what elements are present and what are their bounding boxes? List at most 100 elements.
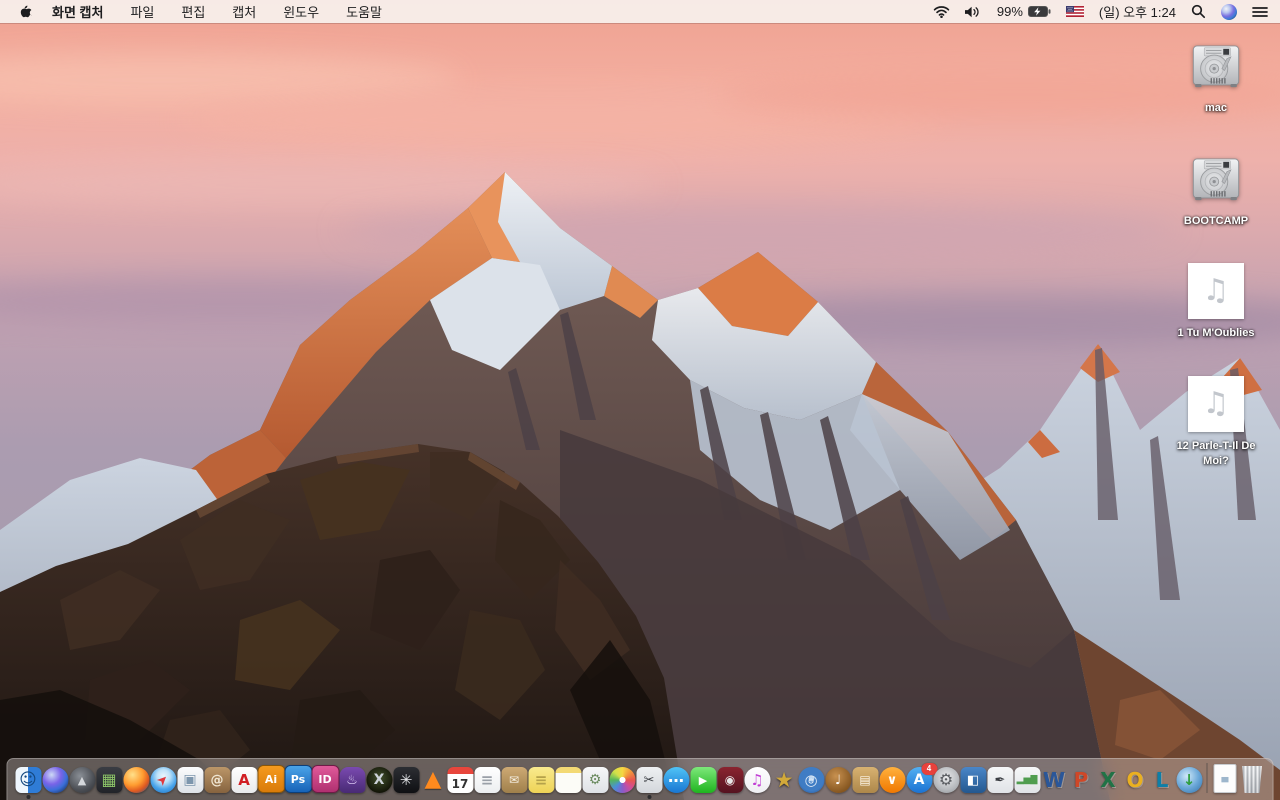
dock-item-keynote[interactable]: ◧ <box>960 767 987 800</box>
notes-icon <box>555 767 581 793</box>
document-file-glyph: ▄ <box>1221 773 1229 783</box>
menu-bar-clock[interactable]: (일) 오후 1:24 <box>1099 2 1176 21</box>
desktop-icon-label: BOOTCAMP <box>1183 215 1249 227</box>
safari-icon: ➤ <box>150 767 176 793</box>
battery-indicator[interactable]: 99% <box>997 4 1051 19</box>
dock-item-finder[interactable]: ☺ <box>15 767 42 800</box>
dock-item-system-preferences[interactable]: ⚙ <box>933 767 960 800</box>
dock-item-messages[interactable]: … <box>663 767 690 800</box>
word-glyph: W <box>1042 768 1066 792</box>
dock-item-lync[interactable]: L <box>1149 767 1176 800</box>
volume-menu-extra[interactable] <box>964 6 982 18</box>
dock-item-mission-control[interactable]: ▦ <box>96 767 123 800</box>
app-store-glyph: A <box>913 772 925 788</box>
dock-item-photoshop[interactable]: Ps <box>284 765 312 800</box>
keynote-icon: ◧ <box>960 767 986 793</box>
calendar-icon: 17 <box>447 767 473 793</box>
dock-item-photos[interactable] <box>609 767 636 800</box>
dock-item-toast[interactable]: ♨ <box>339 767 366 800</box>
dock-item-app-store[interactable]: A4 <box>906 763 937 800</box>
photo-booth-glyph: ◉ <box>724 773 736 787</box>
dock-item-illustrator[interactable]: Ai <box>257 765 285 800</box>
menu-bar-left: 화면 캡처 파일 편집 캡처 윈도우 도움말 <box>8 2 382 21</box>
excel-icon: X <box>1095 767 1121 793</box>
menu-help[interactable]: 도움말 <box>346 2 382 21</box>
spotlight-menu-extra[interactable] <box>1191 4 1206 19</box>
dock-item-facetime[interactable]: ▶ <box>690 767 717 800</box>
photoshop-icon: Ps <box>284 765 312 793</box>
toast-glyph: ♨ <box>346 772 358 788</box>
desktop-icon-label: 1 Tu M'Oublies <box>1177 327 1255 339</box>
audio-file-icon: ♫ <box>1188 376 1244 432</box>
stuffit-expander-glyph: ✉ <box>508 773 520 787</box>
numbers-glyph: ▂▅▇ <box>1016 774 1038 785</box>
dock-item-garageband[interactable]: ♩ <box>825 767 852 800</box>
notification-center-menu-extra[interactable] <box>1252 6 1268 18</box>
dock-item-x-app[interactable]: X <box>366 767 393 800</box>
dock-item-launchpad[interactable]: ▲ <box>69 767 96 800</box>
menu-window[interactable]: 윈도우 <box>283 2 319 21</box>
dock-item-pages[interactable]: ✒ <box>987 767 1014 800</box>
dock-item-itunes[interactable]: ♫ <box>744 767 771 800</box>
dock-item-safari[interactable]: ➤ <box>150 767 177 800</box>
dock-item-vlc[interactable]: ▲ <box>420 767 447 800</box>
desktop-icon-volume-mac[interactable]: mac <box>1166 36 1266 149</box>
dock-item-siri[interactable] <box>42 767 69 800</box>
dock-item-installer[interactable]: ⚙ <box>582 767 609 800</box>
dvd-player-icon: ◎ <box>798 767 824 793</box>
dock-item-notes[interactable] <box>555 767 582 800</box>
hard-drive-icon <box>1192 158 1240 201</box>
apple-menu[interactable] <box>20 4 33 19</box>
ibooks-icon: ∨ <box>879 767 905 793</box>
desktop-icon-volume-bootcamp[interactable]: BOOTCAMP <box>1166 149 1266 262</box>
dock-item-word[interactable]: W <box>1041 767 1068 800</box>
dock-item-stuffit-expander[interactable]: ✉ <box>501 767 528 800</box>
dock-item-preview[interactable]: ▣ <box>177 767 204 800</box>
dock-item-numbers[interactable]: ▂▅▇ <box>1014 767 1041 800</box>
battery-charging-icon <box>1027 6 1051 17</box>
dock-item-stickies[interactable]: ≡ <box>528 767 555 800</box>
downloader-glyph: ↓ <box>1182 770 1196 789</box>
dock-item-documents-app[interactable]: ▤ <box>852 767 879 800</box>
lync-glyph: L <box>1155 768 1169 792</box>
menu-edit[interactable]: 편집 <box>181 2 205 21</box>
dock-item-dvd-player[interactable]: ◎ <box>798 767 825 800</box>
active-app-name[interactable]: 화면 캡처 <box>52 2 103 21</box>
dock-item-excel[interactable]: X <box>1095 767 1122 800</box>
dock-item-trash[interactable] <box>1239 766 1266 800</box>
dock-item-ibooks[interactable]: ∨ <box>879 767 906 800</box>
dock-item-powerpoint[interactable]: P <box>1068 767 1095 800</box>
volume-icon <box>964 6 979 17</box>
audio-file-icon: ♫ <box>1188 263 1244 319</box>
installer-glyph: ⚙ <box>588 772 602 788</box>
dock-item-outlook[interactable]: O <box>1122 767 1149 800</box>
dock-item-fan-utility[interactable]: ✳ <box>393 767 420 800</box>
dock-item-reminders[interactable]: ≡ <box>474 767 501 800</box>
outlook-glyph: O <box>1126 768 1144 792</box>
facetime-glyph: ▶ <box>698 773 708 787</box>
dock-item-photo-booth[interactable]: ◉ <box>717 767 744 800</box>
system-preferences-icon: ⚙ <box>933 767 959 793</box>
wifi-menu-extra[interactable] <box>933 5 950 18</box>
dock-item-downloader[interactable]: ↓ <box>1176 767 1203 800</box>
input-source-menu[interactable] <box>1065 6 1084 17</box>
garageband-glyph: ♩ <box>834 772 842 788</box>
dock-item-document-file[interactable]: ▄ <box>1212 764 1239 800</box>
wifi-icon <box>933 6 950 18</box>
dock-item-firefox[interactable] <box>123 767 150 800</box>
indesign-icon: ID <box>311 765 339 793</box>
desktop-icon-audio-file-12[interactable]: ♫ 12 Parle-T-Il De Moi? <box>1166 375 1266 488</box>
pages-icon: ✒ <box>987 767 1013 793</box>
siri-menu-extra[interactable] <box>1221 3 1237 20</box>
dock-item-contacts[interactable]: @ <box>204 767 231 800</box>
dock-item-calendar[interactable]: 17 <box>447 767 474 800</box>
desktop-icon-audio-file-1[interactable]: ♫ 1 Tu M'Oublies <box>1166 262 1266 375</box>
dvd-player-glyph: ◎ <box>804 770 818 789</box>
menu-capture[interactable]: 캡처 <box>232 2 256 21</box>
garageband-icon: ♩ <box>825 767 851 793</box>
dock-item-acrobat-reader[interactable]: A <box>231 767 258 800</box>
dock-item-indesign[interactable]: ID <box>311 765 339 800</box>
dock-item-grab[interactable]: ✂ <box>636 767 663 800</box>
menu-file[interactable]: 파일 <box>130 2 154 21</box>
dock-item-imovie[interactable]: ★ <box>771 767 798 800</box>
